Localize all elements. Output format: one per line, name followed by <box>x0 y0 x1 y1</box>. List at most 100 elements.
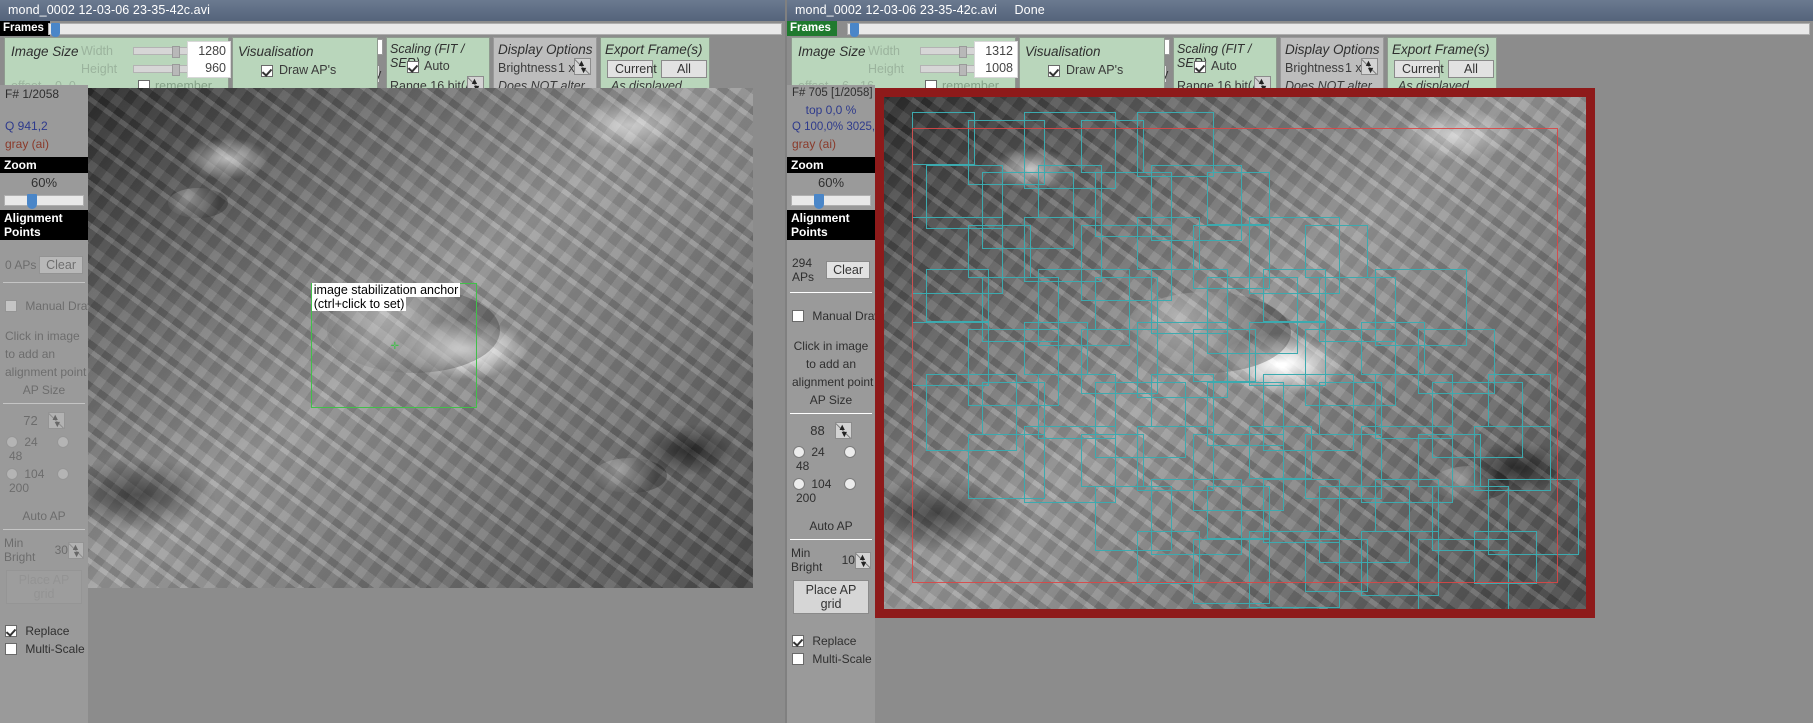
image-stabilization-anchor-box[interactable]: image stabilization anchor (ctrl+click t… <box>310 283 478 408</box>
right-ap-size-option-48: 48 <box>796 459 810 473</box>
right-window-status: Done <box>1014 3 1045 17</box>
right-min-bright-spinner[interactable]: ▲ ▼ <box>854 551 871 569</box>
right-frame-scrollbar[interactable] <box>847 23 1810 37</box>
anchor-tooltip-line-2: (ctrl+click to set) <box>311 297 407 311</box>
right-width-value[interactable]: 1312 <box>974 41 1018 60</box>
left-ap-size-radio-200[interactable] <box>56 468 69 480</box>
right-min-bright-label: Min Bright <box>791 546 823 574</box>
right-height-value[interactable]: 1008 <box>974 59 1018 78</box>
right-frame-scrollbar-thumb[interactable] <box>850 23 859 37</box>
left-replace-row: Replace <box>0 622 88 640</box>
right-ap-size-option-200: 200 <box>796 491 817 505</box>
left-ap-size-option-104: 104 <box>24 467 45 481</box>
right-export-current-button[interactable]: Current <box>1394 60 1444 78</box>
right-hint-line-3: alignment point <box>792 375 874 389</box>
left-ap-size-options: 24 48 104 200 <box>0 433 88 497</box>
right-hint-line-2: to add an <box>805 357 857 371</box>
left-export-current-button[interactable]: Current <box>607 60 657 78</box>
right-ap-size-radio-24[interactable] <box>793 446 805 458</box>
right-zoom-slider[interactable] <box>791 194 871 209</box>
left-ap-count: 0 APs <box>5 258 37 272</box>
right-auto-ap-label: Auto AP <box>809 519 853 533</box>
left-frames-label: Frames <box>0 21 50 36</box>
right-image-canvas[interactable] <box>875 88 1595 618</box>
left-ap-size-radio-48[interactable] <box>57 436 70 448</box>
right-auto-checkbox[interactable] <box>1194 61 1206 73</box>
left-min-bright-label: Min Bright <box>4 536 36 564</box>
left-export-title: Export Frame(s) <box>605 42 703 57</box>
right-sidebar: F# 705 [1/2058] top 0,0 % Q 100,0% 3025,… <box>787 85 883 723</box>
right-zoom-slider-thumb[interactable] <box>814 194 824 209</box>
left-export-all-button[interactable]: All <box>661 60 707 78</box>
left-ap-size-row-1: 24 48 <box>0 433 88 465</box>
right-brightness-spinner-down[interactable]: ▼ <box>1366 66 1375 75</box>
right-manual-draw-checkbox[interactable] <box>792 310 804 322</box>
right-ap-size-options: 24 48 104 200 <box>787 443 875 507</box>
left-crater-3 <box>167 188 228 218</box>
right-ap-size-radio-200[interactable] <box>843 478 856 490</box>
left-height-value[interactable]: 960 <box>187 59 231 78</box>
left-hint-line-2: to add an <box>5 347 56 361</box>
right-ap-size-radio-104[interactable] <box>793 478 805 490</box>
right-window-titlebar[interactable]: mond_0002 12-03-06 23-35-42c.avi Done <box>787 0 1813 21</box>
right-width-label: Width <box>868 44 900 58</box>
anchor-tooltip-line-1: image stabilization anchor <box>311 283 461 297</box>
left-image-canvas[interactable]: image stabilization anchor (ctrl+click t… <box>88 88 753 588</box>
left-divider-3 <box>3 529 85 530</box>
right-brightness-spinner[interactable]: ▲ ▼ <box>1361 58 1378 75</box>
left-brightness-spinner[interactable]: ▲ ▼ <box>574 58 591 75</box>
left-window-title: mond_0002 12-03-06 23-35-42c.avi <box>8 3 210 17</box>
right-min-bright-value[interactable]: 10 <box>842 553 855 567</box>
left-zoom-slider[interactable] <box>4 194 84 209</box>
left-brightness-spinner-down[interactable]: ▼ <box>579 66 588 75</box>
left-visualisation-title: Visualisation <box>238 44 314 59</box>
right-place-ap-grid-button[interactable]: Place AP grid <box>793 580 869 614</box>
right-export-all-button[interactable]: All <box>1448 60 1494 78</box>
left-clear-button[interactable]: Clear <box>39 256 83 274</box>
right-zoom-value: 60% <box>817 175 845 190</box>
left-width-value[interactable]: 1280 <box>187 41 231 60</box>
right-min-bright-spinner-down[interactable]: ▼ <box>859 559 868 568</box>
left-multi-scale-checkbox[interactable] <box>5 643 17 655</box>
left-ap-size-radio-24[interactable] <box>6 436 18 448</box>
left-auto-checkbox[interactable] <box>407 61 419 73</box>
left-window-titlebar[interactable]: mond_0002 12-03-06 23-35-42c.avi <box>0 0 785 21</box>
left-quality: Q 941,2 <box>5 119 48 133</box>
left-manual-draw-label: Manual Draw <box>25 299 97 313</box>
application-root: mond_0002 12-03-06 23-35-42c.avi Frames … <box>0 0 1813 723</box>
right-clear-button[interactable]: Clear <box>826 261 870 279</box>
left-manual-draw-checkbox[interactable] <box>5 300 17 312</box>
left-min-bright-spinner-down[interactable]: ▼ <box>72 549 81 558</box>
left-divider-2 <box>3 403 85 404</box>
left-replace-checkbox[interactable] <box>5 625 17 637</box>
left-frame-scrollbar[interactable] <box>48 23 782 37</box>
left-ap-size-value[interactable]: 72 <box>23 413 37 428</box>
right-replace-checkbox[interactable] <box>792 635 804 647</box>
left-ap-size-spinner[interactable]: ▲ ▼ <box>47 412 65 429</box>
right-ap-size-option-24: 24 <box>811 445 825 459</box>
left-ap-size-radio-104[interactable] <box>6 468 18 480</box>
right-ap-size-label: AP Size <box>809 393 853 407</box>
right-draw-aps-checkbox[interactable] <box>1048 65 1060 77</box>
left-top-percent <box>0 103 88 107</box>
left-brightness-label: Brightness <box>498 61 558 75</box>
left-place-ap-grid-button[interactable]: Place AP grid <box>6 570 82 604</box>
right-ap-size-radio-48[interactable] <box>844 446 857 458</box>
left-min-bright-spinner[interactable]: ▲ ▼ <box>67 541 84 559</box>
right-ap-size-spinner-down[interactable]: ▼ <box>840 430 849 439</box>
left-min-bright-value[interactable]: 30 <box>55 543 68 557</box>
right-ap-size-value[interactable]: 88 <box>810 423 824 438</box>
right-multi-scale-checkbox[interactable] <box>792 653 804 665</box>
left-frame-scrollbar-thumb[interactable] <box>51 23 60 37</box>
left-multi-scale-label: Multi-Scale <box>25 642 85 656</box>
left-window: mond_0002 12-03-06 23-35-42c.avi Frames … <box>0 0 785 723</box>
left-ap-size-spinner-down[interactable]: ▼ <box>53 420 62 429</box>
right-export-title: Export Frame(s) <box>1392 42 1490 57</box>
right-replace-row: Replace <box>787 632 875 650</box>
left-zoom-slider-thumb[interactable] <box>27 194 37 209</box>
right-ap-size-spinner[interactable]: ▲ ▼ <box>834 422 852 439</box>
left-draw-aps-checkbox[interactable] <box>261 65 273 77</box>
left-width-label: Width <box>81 44 113 58</box>
left-color-mode: gray (ai) <box>5 137 50 151</box>
right-auto-label: Auto <box>1211 59 1237 73</box>
